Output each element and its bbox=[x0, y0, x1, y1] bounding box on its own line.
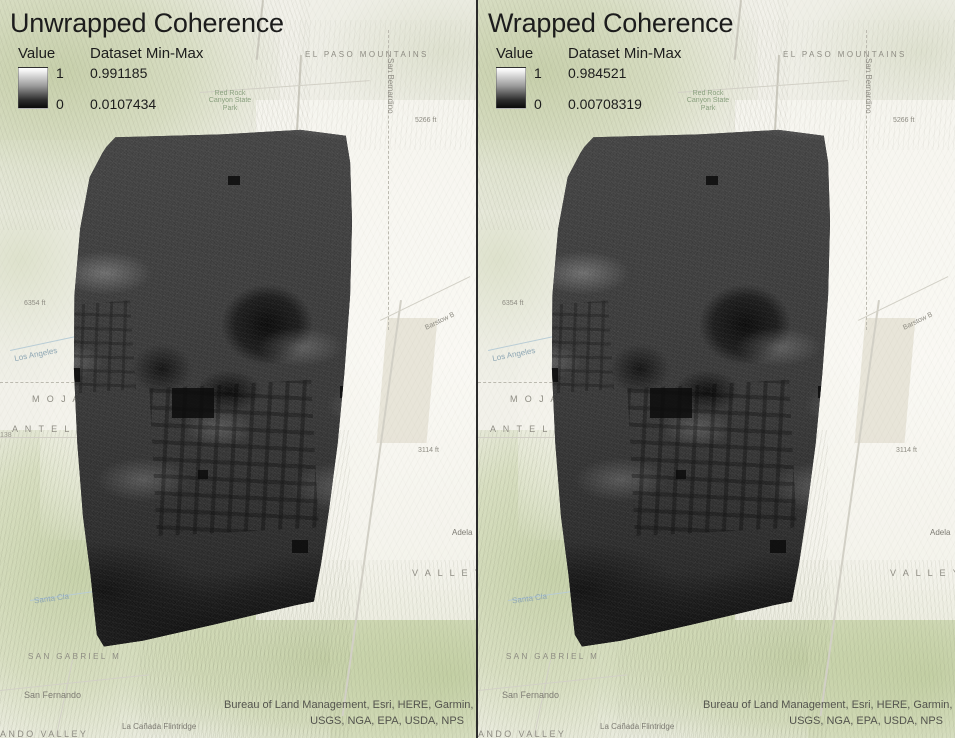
county-boundary-north bbox=[866, 30, 868, 330]
legend-tick-top: 1 bbox=[534, 65, 542, 82]
page-title: Unwrapped Coherence bbox=[10, 8, 284, 38]
map-attribution-right: Bureau of Land Management, Esri, HERE, G… bbox=[703, 698, 953, 730]
panel-overlay-left: Unwrapped Coherence Value Dataset Min-Ma… bbox=[10, 8, 284, 113]
map-attribution-left: Bureau of Land Management, Esri, HERE, G… bbox=[224, 698, 474, 730]
color-ramp-ticks: 1 0 bbox=[48, 65, 90, 113]
attribution-line-2: USGS, NGA, EPA, USDA, NPS bbox=[310, 715, 464, 728]
attribution-line-1: Bureau of Land Management, Esri, HERE, G… bbox=[224, 699, 474, 712]
county-boundary-west bbox=[478, 382, 598, 383]
basemap-right: EL PASO MOUNTAINS San Bernardino Red Roc… bbox=[478, 0, 955, 738]
county-boundary-north bbox=[388, 30, 390, 330]
color-ramp-values: 0.984521 0.00708319 bbox=[568, 65, 698, 113]
basemap-left: EL PASO MOUNTAINS San Bernardino Red Roc… bbox=[0, 0, 476, 738]
legend-max-value: 0.984521 bbox=[568, 65, 627, 82]
page-title: Wrapped Coherence bbox=[488, 8, 734, 38]
legend-unwrapped: Value Dataset Min-Max 1 0 0.991185 0.010… bbox=[18, 45, 284, 113]
legend-tick-bottom: 0 bbox=[56, 96, 64, 113]
attribution-line-1: Bureau of Land Management, Esri, HERE, G… bbox=[703, 699, 953, 712]
legend-body: 1 0 0.991185 0.0107434 bbox=[18, 65, 284, 113]
legend-body: 1 0 0.984521 0.00708319 bbox=[496, 65, 733, 113]
legend-header-row: Value Dataset Min-Max bbox=[18, 45, 284, 62]
legend-value-header: Value bbox=[496, 45, 534, 63]
legend-wrapped: Value Dataset Min-Max 1 0 0.984521 0.007… bbox=[496, 45, 733, 113]
color-ramp-swatch bbox=[18, 67, 48, 110]
attribution-line-2: USGS, NGA, EPA, USDA, NPS bbox=[789, 715, 943, 728]
legend-header-row: Value Dataset Min-Max bbox=[496, 45, 733, 62]
hillshade-northeast bbox=[728, 20, 955, 150]
county-boundary-west bbox=[0, 382, 120, 383]
legend-tick-bottom: 0 bbox=[534, 96, 542, 113]
legend-min-value: 0.0107434 bbox=[90, 96, 157, 113]
color-ramp-ticks: 1 0 bbox=[526, 65, 568, 113]
coherence-comparison-view: EL PASO MOUNTAINS San Bernardino Red Roc… bbox=[0, 0, 955, 738]
legend-minmax-header: Dataset Min-Max bbox=[568, 45, 682, 63]
panel-wrapped-coherence: EL PASO MOUNTAINS San Bernardino Red Roc… bbox=[476, 0, 955, 738]
hillshade-northeast bbox=[250, 20, 476, 150]
legend-tick-top: 1 bbox=[56, 65, 64, 82]
legend-minmax-header: Dataset Min-Max bbox=[90, 45, 204, 63]
legend-value-header: Value bbox=[18, 45, 56, 63]
panel-unwrapped-coherence: EL PASO MOUNTAINS San Bernardino Red Roc… bbox=[0, 0, 476, 738]
color-ramp-swatch bbox=[496, 67, 526, 110]
legend-max-value: 0.991185 bbox=[90, 65, 148, 82]
legend-min-value: 0.00708319 bbox=[568, 96, 642, 113]
panel-overlay-right: Wrapped Coherence Value Dataset Min-Max … bbox=[488, 8, 734, 113]
color-ramp-values: 0.991185 0.0107434 bbox=[90, 65, 220, 113]
road-138 bbox=[0, 437, 130, 438]
road-138 bbox=[478, 437, 608, 438]
